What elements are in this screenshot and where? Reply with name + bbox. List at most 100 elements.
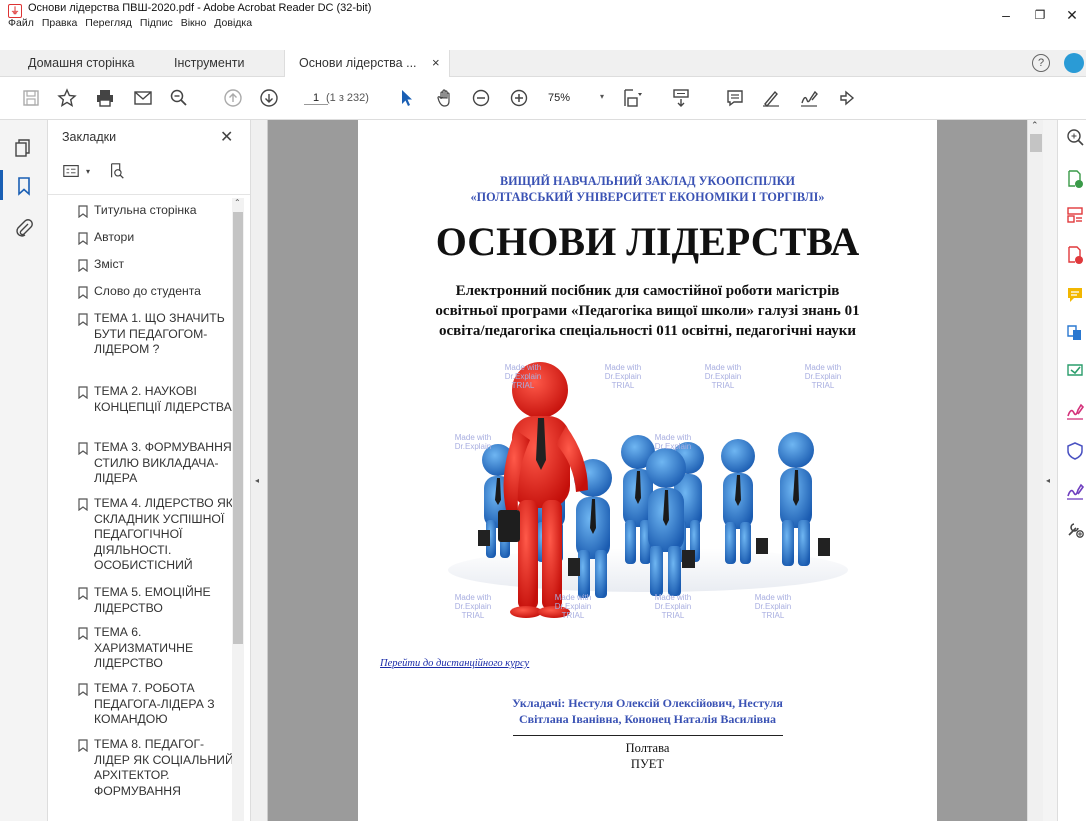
bookmark-item[interactable]: Титульна сторінка: [78, 203, 238, 219]
menu-edit[interactable]: Правка: [42, 17, 77, 29]
menu-view[interactable]: Перегляд: [85, 17, 132, 29]
email-icon[interactable]: [132, 87, 154, 109]
scroll-mode-icon[interactable]: [670, 87, 692, 109]
zoom-dropdown[interactable]: 75% ▾: [548, 92, 604, 104]
next-page-icon[interactable]: [258, 87, 280, 109]
attachment-icon[interactable]: [14, 218, 34, 238]
svg-text:Made with: Made with: [655, 593, 691, 602]
sign-icon[interactable]: [798, 87, 820, 109]
city: Полтава: [625, 741, 670, 755]
svg-text:Made with: Made with: [455, 433, 491, 442]
close-panel-icon[interactable]: ✕: [220, 127, 233, 147]
fill-and-sign-icon[interactable]: [1066, 402, 1085, 420]
scrollbar-thumb[interactable]: [1030, 134, 1042, 152]
comment-icon[interactable]: [724, 87, 746, 109]
combine-files-icon[interactable]: [1066, 324, 1084, 342]
svg-text:TRIAL: TRIAL: [562, 611, 585, 620]
menu-window[interactable]: Вікно: [181, 17, 207, 29]
bookmarks-scrollbar[interactable]: ⌃: [232, 198, 244, 821]
bookmark-icon: [78, 498, 88, 511]
authors-line: Укладачі: Нестуля Олексій Олексійович, Н…: [512, 696, 783, 710]
bookmark-item[interactable]: ТЕМА 4. ЛІДЕРСТВО ЯК СКЛАДНИК УСПІШНОЇ П…: [78, 496, 238, 574]
tab-home[interactable]: Домашня сторінка: [28, 50, 134, 76]
menu-help[interactable]: Довідка: [214, 17, 252, 29]
bookmark-item[interactable]: Зміст: [78, 257, 238, 273]
bookmark-icon: [78, 627, 88, 640]
bookmarks-title: Закладки: [62, 130, 117, 144]
fit-page-icon[interactable]: [622, 87, 644, 109]
send-for-review-icon[interactable]: [1066, 362, 1084, 380]
save-icon[interactable]: [20, 87, 42, 109]
collapse-left-icon[interactable]: ◂: [255, 476, 259, 485]
scroll-up-icon[interactable]: ⌃: [1031, 120, 1039, 131]
acrobat-app-icon: ⏚: [8, 4, 22, 18]
tab-tools[interactable]: Інструменти: [174, 50, 244, 76]
tab-document[interactable]: Основи лідерства ... ×: [284, 50, 450, 77]
find-bookmark-icon[interactable]: [108, 162, 126, 183]
scrollbar-thumb[interactable]: [233, 212, 243, 644]
previous-page-icon[interactable]: [222, 87, 244, 109]
bookmark-options-button[interactable]: ▾: [62, 162, 90, 180]
menu-file[interactable]: Файл: [8, 17, 34, 29]
chevron-down-icon: ▾: [86, 166, 91, 176]
navigation-rail: [0, 120, 48, 821]
scroll-up-icon[interactable]: ⌃: [234, 198, 241, 207]
protect-icon[interactable]: [1066, 442, 1084, 460]
more-tools-icon[interactable]: [1066, 520, 1084, 538]
highlight-pen-icon[interactable]: [760, 87, 782, 109]
svg-text:Dr.Explain: Dr.Explain: [805, 372, 841, 381]
document-title: ОСНОВИ ЛІДЕРСТВА: [435, 219, 860, 264]
zoom-out-icon[interactable]: [470, 87, 492, 109]
bookmark-label: ТЕМА 6. ХАРИЗМАТИЧНЕ ЛІДЕРСТВО: [94, 625, 194, 670]
help-icon[interactable]: ?: [1032, 54, 1050, 72]
bookmark-panel-icon[interactable]: [14, 176, 34, 196]
zoom-tool-icon[interactable]: [1066, 128, 1084, 146]
right-panel-splitter[interactable]: ◂: [1043, 120, 1057, 821]
window-title: Основи лідерства ПВШ-2020.pdf - Adobe Ac…: [28, 2, 372, 14]
active-indicator: [0, 170, 3, 200]
bookmark-label: ТЕМА 3. ФОРМУВАННЯ СТИЛЮ ВИКЛАДАЧА-ЛІДЕР…: [94, 440, 232, 485]
page-number-input[interactable]: 1: [304, 92, 328, 105]
svg-text:TRIAL: TRIAL: [662, 611, 685, 620]
zoom-search-icon[interactable]: [168, 87, 190, 109]
bookmark-item[interactable]: ТЕМА 2. НАУКОВІ КОНЦЕПЦІЇ ЛІДЕРСТВА: [78, 384, 238, 415]
organize-pages-icon[interactable]: [1066, 206, 1084, 224]
svg-text:TRIAL: TRIAL: [712, 381, 735, 390]
bookmark-item[interactable]: ТЕМА 3. ФОРМУВАННЯ СТИЛЮ ВИКЛАДАЧА-ЛІДЕР…: [78, 440, 238, 487]
bookmark-item[interactable]: ТЕМА 8. ПЕДАГОГ-ЛІДЕР ЯК СОЦІАЛЬНИЙ АРХІ…: [78, 737, 238, 799]
bookmark-item[interactable]: ТЕМА 7. РОБОТА ПЕДАГОГА-ЛІДЕРА З КОМАНДО…: [78, 681, 238, 728]
share-icon[interactable]: [836, 87, 858, 109]
expand-right-icon[interactable]: ◂: [1046, 476, 1050, 485]
svg-text:Dr.Explain: Dr.Explain: [505, 372, 541, 381]
bookmark-item[interactable]: ТЕМА 6. ХАРИЗМАТИЧНЕ ЛІДЕРСТВО: [78, 625, 238, 672]
bookmark-item[interactable]: ТЕМА 1. ЩО ЗНАЧИТЬ БУТИ ПЕДАГОГОМ-ЛІДЕРО…: [78, 311, 238, 358]
svg-text:Made with: Made with: [455, 593, 491, 602]
svg-text:Dr.Explain: Dr.Explain: [605, 372, 641, 381]
tab-close-icon[interactable]: ×: [432, 55, 440, 70]
print-icon[interactable]: [94, 87, 116, 109]
bookmark-item[interactable]: Автори: [78, 230, 238, 246]
account-avatar[interactable]: [1064, 53, 1084, 73]
zoom-in-icon[interactable]: [508, 87, 530, 109]
menu-sign[interactable]: Підпис: [140, 17, 173, 29]
distance-course-link[interactable]: Перейти до дистанційного курсу: [380, 658, 529, 669]
panel-splitter[interactable]: ◂: [251, 120, 268, 821]
export-pdf-icon[interactable]: [1066, 246, 1084, 264]
create-pdf-icon[interactable]: [1066, 170, 1084, 188]
svg-text:Dr.Explain: Dr.Explain: [455, 442, 491, 451]
close-window-button[interactable]: ✕: [1052, 0, 1086, 30]
select-cursor-icon[interactable]: [396, 87, 418, 109]
subtitle-line: освіта/педагогіка спеціальності 011 осві…: [438, 323, 857, 339]
authors-line: Світлана Іванівна, Кононец Наталія Васил…: [518, 711, 777, 726]
bookmark-item[interactable]: ТЕМА 5. ЕМОЦІЙНЕ ЛІДЕРСТВО: [78, 585, 238, 616]
request-signature-icon[interactable]: [1066, 482, 1085, 500]
bookmarks-panel: Закладки ✕ ▾ Титульна сторінка Автори Зм…: [48, 120, 251, 821]
add-comment-icon[interactable]: [1066, 286, 1084, 304]
page-thumbnails-icon[interactable]: [13, 138, 33, 158]
bookmark-item[interactable]: Слово до студента: [78, 284, 238, 300]
hand-tool-icon[interactable]: [434, 87, 456, 109]
star-icon[interactable]: [56, 87, 78, 109]
subtitle-line: Електронний посібник для самостійної роб…: [455, 283, 840, 299]
bookmark-icon: [78, 259, 88, 272]
document-scrollbar[interactable]: ⌃: [1027, 120, 1044, 821]
